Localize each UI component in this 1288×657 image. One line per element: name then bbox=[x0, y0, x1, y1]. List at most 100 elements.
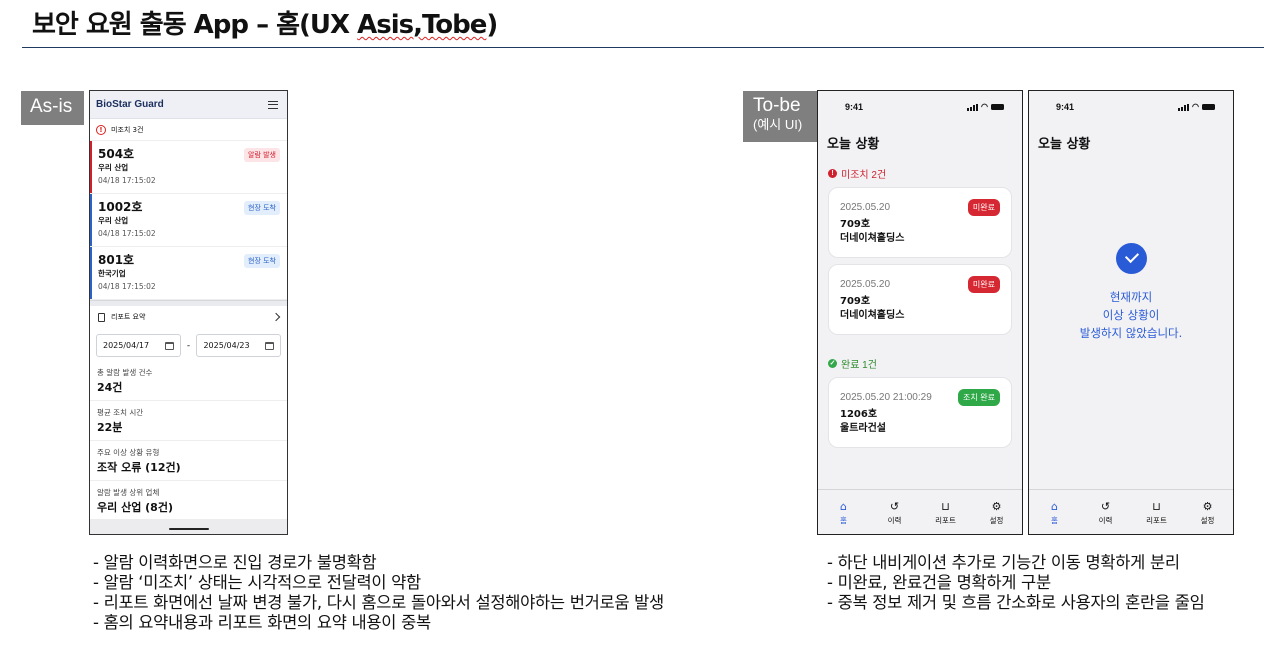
stat-label: 알람 발생 상위 업체 bbox=[97, 488, 160, 497]
report-summary-label: 리포트 요약 bbox=[111, 313, 146, 321]
check-icon: ✓ bbox=[828, 358, 837, 368]
tab-history[interactable]: ↺ 이력 bbox=[875, 501, 915, 534]
tobe-phone-with-alarms: 9:41 ◠ 오늘 상황 ! 미조치 2건 2025.05.20 709호 더네… bbox=[817, 90, 1023, 535]
note-item: - 리포트 화면에선 날짜 변경 불가, 다시 홈으로 돌아와서 설정해야하는 … bbox=[93, 593, 664, 612]
pending-section-label: 미조치 2건 bbox=[841, 169, 887, 181]
bottom-nav: ⌂ 홈 ↺ 이력 ⊔ 리포트 ⚙ 설정 bbox=[1029, 489, 1233, 534]
note-item: - 알람 이력화면으로 진입 경로가 불명확함 bbox=[93, 553, 377, 572]
pending-count: ! 미조치 3건 bbox=[90, 119, 287, 141]
home-icon: ⌂ bbox=[840, 500, 847, 513]
note-item: - 중복 정보 제거 및 흐름 간소화로 사용자의 혼란을 줄임 bbox=[827, 593, 1205, 612]
card-company: 울트라건설 bbox=[840, 423, 886, 434]
settings-icon: ⚙ bbox=[991, 500, 1002, 513]
tab-report[interactable]: ⊔ 리포트 bbox=[1137, 501, 1177, 534]
tobe-phone-empty-state: 9:41 ◠ 오늘 상황 현재까지 이상 상황이 발생하지 않았습니다. ⌂ 홈 … bbox=[1028, 90, 1234, 535]
app-brand: BioStar Guard bbox=[96, 99, 164, 110]
note-item: - 미완료, 완료건을 명확하게 구분 bbox=[827, 573, 1051, 592]
card-company: 우리 산업 bbox=[98, 216, 129, 225]
title-text: 보안 요원 출동 App – 홈(UX bbox=[32, 10, 358, 40]
report-icon: ⊔ bbox=[941, 500, 950, 513]
title-divider bbox=[22, 47, 1264, 48]
home-indicator-area bbox=[90, 519, 287, 534]
signal-icon bbox=[967, 103, 979, 111]
settings-icon: ⚙ bbox=[1202, 500, 1213, 513]
note-item: - 홈의 요약내용과 리포트 화면의 요약 내용이 중복 bbox=[93, 613, 431, 632]
tab-home[interactable]: ⌂ 홈 bbox=[824, 501, 864, 534]
stat-item: 주요 이상 상황 유형 조작 오류 (12건) bbox=[90, 441, 287, 481]
wifi-icon: ◠ bbox=[981, 102, 988, 111]
empty-line-3: 발생하지 않았습니다. bbox=[1079, 326, 1183, 340]
stat-value: 22분 bbox=[97, 421, 123, 434]
tab-label: 리포트 bbox=[1146, 516, 1167, 525]
alarm-card[interactable]: 2025.05.20 709호 더네이쳐홀딩스 미완료 bbox=[828, 187, 1012, 258]
done-section-label: 완료 1건 bbox=[841, 359, 877, 371]
home-icon: ⌂ bbox=[1051, 500, 1058, 513]
tab-report[interactable]: ⊔ 리포트 bbox=[926, 501, 966, 534]
date-range: 2025/04/17 - 2025/04/23 bbox=[90, 328, 287, 361]
history-icon: ↺ bbox=[889, 500, 900, 513]
date-separator: - bbox=[186, 340, 191, 351]
asis-phone-screen: BioStar Guard ! 미조치 3건 504호 우리 산업 04/18 … bbox=[89, 90, 288, 535]
calendar-icon bbox=[265, 341, 274, 350]
status-badge: 현장 도착 bbox=[244, 254, 280, 268]
start-date-value: 2025/04/17 bbox=[103, 341, 150, 350]
card-status-bar bbox=[90, 141, 92, 193]
stat-value: 조작 오류 (12건) bbox=[97, 461, 181, 474]
title-squiggle-text: Asis,Tobe bbox=[357, 10, 487, 40]
status-badge: 미완료 bbox=[967, 199, 1000, 216]
alarm-card[interactable]: 1002호 우리 산업 04/18 17:15:02 현장 도착 bbox=[90, 194, 287, 247]
pending-count-label: 미조치 3건 bbox=[111, 125, 144, 134]
tab-settings[interactable]: ⚙ 설정 bbox=[977, 501, 1017, 534]
alarm-card[interactable]: 801호 한국기업 04/18 17:15:02 현장 도착 bbox=[90, 247, 287, 300]
card-status-bar bbox=[90, 194, 92, 246]
tobe-notes: - 하단 내비게이션 추가로 기능간 이동 명확하게 분리 - 미완료, 완료건… bbox=[827, 553, 1205, 613]
tab-label: 이력 bbox=[1098, 516, 1113, 525]
tobe-label-line1: To-be bbox=[753, 95, 801, 116]
card-company: 더네이쳐홀딩스 bbox=[840, 233, 905, 244]
status-bar: 9:41 ◠ bbox=[818, 91, 1022, 123]
asis-header: BioStar Guard bbox=[90, 91, 287, 119]
stat-item: 총 알람 발생 건수 24건 bbox=[90, 361, 287, 401]
signal-icon bbox=[1178, 103, 1190, 111]
card-company: 우리 산업 bbox=[98, 163, 129, 172]
alarm-card[interactable]: 2025.05.20 21:00:29 1206호 울트라건설 조치 완료 bbox=[828, 377, 1012, 448]
card-time: 04/18 17:15:02 bbox=[98, 176, 156, 185]
status-badge: 알람 발생 bbox=[244, 148, 280, 162]
empty-state-message: 현재까지 이상 상황이 발생하지 않았습니다. bbox=[1029, 288, 1233, 342]
page-title: 보안 요원 출동 App – 홈(UX Asis,Tobe) bbox=[32, 4, 498, 41]
card-room: 709호 bbox=[840, 296, 871, 307]
status-badge: 조치 완료 bbox=[958, 389, 1000, 406]
home-indicator bbox=[169, 528, 209, 530]
status-time: 9:41 bbox=[1056, 102, 1075, 112]
asis-notes: - 알람 이력화면으로 진입 경로가 불명확함 - 알람 ‘미조치’ 상태는 시… bbox=[93, 553, 664, 633]
card-company: 한국기업 bbox=[98, 269, 126, 278]
alert-icon: ! bbox=[828, 168, 837, 178]
stat-value: 24건 bbox=[97, 381, 123, 394]
check-icon bbox=[1116, 243, 1147, 274]
done-section-header: ✓ 완료 1건 bbox=[818, 355, 1022, 371]
tab-label: 설정 bbox=[989, 516, 1004, 525]
pending-section-header: ! 미조치 2건 bbox=[818, 165, 1022, 181]
hamburger-icon[interactable] bbox=[268, 100, 278, 109]
report-summary-link[interactable]: 리포트 요약 bbox=[90, 306, 287, 328]
screen-title: 오늘 상황 bbox=[1038, 137, 1091, 152]
tab-label: 홈 bbox=[1051, 516, 1058, 525]
tab-history[interactable]: ↺ 이력 bbox=[1086, 501, 1126, 534]
alarm-card[interactable]: 2025.05.20 709호 더네이쳐홀딩스 미완료 bbox=[828, 264, 1012, 335]
warning-icon: ! bbox=[96, 124, 106, 135]
stat-value: 우리 산업 (8건) bbox=[97, 501, 173, 514]
chevron-right-icon bbox=[271, 312, 281, 322]
card-time: 04/18 17:15:02 bbox=[98, 229, 156, 238]
alarm-card[interactable]: 504호 우리 산업 04/18 17:15:02 알람 발생 bbox=[90, 141, 287, 194]
tab-settings[interactable]: ⚙ 설정 bbox=[1188, 501, 1228, 534]
screen-title: 오늘 상황 bbox=[827, 137, 880, 152]
wifi-icon: ◠ bbox=[1192, 102, 1199, 111]
start-date-field[interactable]: 2025/04/17 bbox=[96, 334, 181, 357]
note-item: - 알람 ‘미조치’ 상태는 시각적으로 전달력이 약함 bbox=[93, 573, 421, 592]
tab-home[interactable]: ⌂ 홈 bbox=[1035, 501, 1075, 534]
stat-label: 주요 이상 상황 유형 bbox=[97, 448, 160, 457]
card-room: 709호 bbox=[840, 219, 871, 230]
note-item: - 하단 내비게이션 추가로 기능간 이동 명확하게 분리 bbox=[827, 553, 1180, 572]
status-bar: 9:41 ◠ bbox=[1029, 91, 1233, 123]
end-date-field[interactable]: 2025/04/23 bbox=[196, 334, 281, 357]
